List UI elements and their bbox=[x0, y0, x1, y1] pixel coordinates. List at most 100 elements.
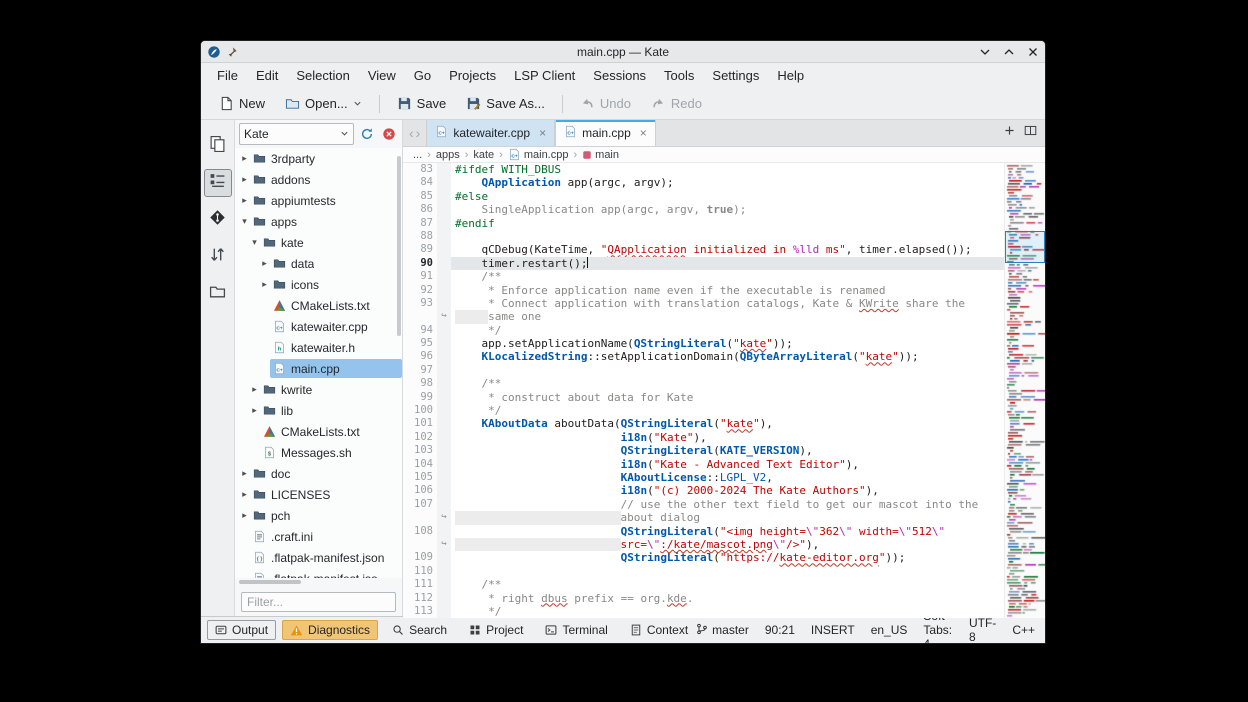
code-row-112[interactable]: 112 * right dbus prefix == org.kde. bbox=[403, 592, 1004, 605]
menu-item-tools[interactable]: Tools bbox=[656, 66, 702, 85]
code-row-92[interactable]: 92 * Enforce application name even if th… bbox=[403, 284, 1004, 297]
sort-tool-button[interactable] bbox=[204, 243, 232, 271]
code-row-96[interactable]: 96 KLocalizedString::setApplicationDomai… bbox=[403, 350, 1004, 363]
code-row-99[interactable]: 99 * construct about data for Kate bbox=[403, 391, 1004, 404]
close-button[interactable] bbox=[1027, 46, 1039, 58]
code-row-89[interactable]: 89 qCDebug(KateTime, "QApplication initi… bbox=[403, 243, 1004, 256]
breadcrumb-collapsed[interactable]: ... bbox=[413, 149, 422, 161]
new-tab-button[interactable] bbox=[1003, 124, 1016, 142]
tree-item-cmakelists-txt[interactable]: CMakeLists.txt bbox=[235, 295, 402, 316]
breadcrumb-item-kate[interactable]: kate bbox=[473, 149, 494, 161]
tab-close-icon[interactable]: × bbox=[640, 126, 647, 140]
status-encoding[interactable]: UTF-8 bbox=[969, 616, 996, 644]
expand-arrow-icon[interactable]: ▸ bbox=[239, 174, 250, 185]
tree-item-3rdparty[interactable]: ▸3rdparty bbox=[235, 148, 402, 169]
code-row-85[interactable]: 85#else bbox=[403, 190, 1004, 203]
code-row-86[interactable]: 86 SingleApplication app(argc, argv, tru… bbox=[403, 203, 1004, 216]
title-bar[interactable]: main.cpp — Kate bbox=[201, 41, 1045, 63]
tree-item-cmakelists-txt[interactable]: CMakeLists.txt bbox=[235, 421, 402, 442]
tab-scroll-left-icon[interactable]: ‹ bbox=[409, 125, 414, 141]
expand-arrow-icon[interactable]: ▸ bbox=[239, 489, 250, 500]
code-row-97[interactable]: 97 bbox=[403, 364, 1004, 377]
tree-item-flatpak-manifest-json[interactable]: { }.flatpak-manifest.json bbox=[235, 547, 402, 568]
code-row-88[interactable]: 88 bbox=[403, 230, 1004, 243]
split-view-button[interactable] bbox=[1024, 124, 1037, 142]
tree-item-flatpak-manifest-jso[interactable]: .flatpak-manifest.jso bbox=[235, 568, 402, 578]
undo-button[interactable]: Undo bbox=[572, 93, 639, 114]
code-row-110[interactable]: 110 bbox=[403, 565, 1004, 578]
menu-item-projects[interactable]: Projects bbox=[441, 66, 504, 85]
tree-item-apps[interactable]: ▾apps bbox=[235, 211, 402, 232]
open-button[interactable]: Open... bbox=[277, 93, 370, 114]
menu-item-help[interactable]: Help bbox=[769, 66, 812, 85]
code-row-wrap[interactable]: ↪about dialog bbox=[403, 511, 1004, 524]
menu-item-settings[interactable]: Settings bbox=[704, 66, 767, 85]
tree-item-icons[interactable]: ▸icons bbox=[235, 274, 402, 295]
filesystem-tool-button[interactable] bbox=[204, 280, 232, 308]
code-row-109[interactable]: 109 QStringLiteral("https://kate-editor.… bbox=[403, 551, 1004, 564]
tab-scroll-right-icon[interactable]: › bbox=[416, 125, 421, 141]
tree-item-katewaiter-h[interactable]: hkatewaiter.h bbox=[235, 337, 402, 358]
menu-item-file[interactable]: File bbox=[209, 66, 246, 85]
code-row-106[interactable]: 106 i18n("(c) 2000-2024 The Kate Authors… bbox=[403, 484, 1004, 497]
minimap[interactable] bbox=[1004, 163, 1045, 618]
maximize-button[interactable] bbox=[1003, 46, 1015, 58]
menu-item-selection[interactable]: Selection bbox=[288, 66, 357, 85]
code-row-84[interactable]: 84 QApplication app(argc, argv); bbox=[403, 176, 1004, 189]
code-rows[interactable]: 83#ifdef WITH_DBUS84 QApplication app(ar… bbox=[403, 163, 1004, 618]
menu-item-edit[interactable]: Edit bbox=[248, 66, 286, 85]
code-row-87[interactable]: 87#endif bbox=[403, 217, 1004, 230]
tree-item-main-cpp[interactable]: C+main.cpp bbox=[235, 358, 402, 379]
collapse-arrow-icon[interactable]: ▾ bbox=[239, 216, 250, 227]
tree-item-kate[interactable]: ▾kate bbox=[235, 232, 402, 253]
code-row-108[interactable]: 108 QStringLiteral("<img height=\"362\" … bbox=[403, 525, 1004, 538]
new-button[interactable]: New bbox=[211, 93, 273, 114]
code-row-94[interactable]: 94 */ bbox=[403, 324, 1004, 337]
close-project-button[interactable] bbox=[380, 125, 398, 143]
code-row-103[interactable]: 103 QStringLiteral(KATE_VERSION), bbox=[403, 444, 1004, 457]
collapse-arrow-icon[interactable]: ▾ bbox=[249, 237, 260, 248]
code-row-111[interactable]: 111 /** bbox=[403, 578, 1004, 591]
tree-item-pch[interactable]: ▸pch bbox=[235, 505, 402, 526]
code-row-83[interactable]: 83#ifdef WITH_DBUS bbox=[403, 163, 1004, 176]
code-row-107[interactable]: 107 // use the other text field to get o… bbox=[403, 498, 1004, 511]
project-tree-tool-button[interactable] bbox=[204, 169, 232, 197]
tab-close-icon[interactable]: × bbox=[539, 126, 546, 140]
tree-horizontal-scrollbar[interactable] bbox=[235, 578, 402, 587]
minimize-button[interactable] bbox=[979, 46, 991, 58]
status-toolview-output[interactable]: Output bbox=[207, 620, 276, 640]
code-row-113[interactable]: 113 */ bbox=[403, 605, 1004, 618]
tree-item-data[interactable]: ▸data bbox=[235, 253, 402, 274]
project-filter-input[interactable] bbox=[241, 592, 396, 612]
minimap-viewport[interactable] bbox=[1005, 231, 1045, 263]
tree-item-lib[interactable]: ▸lib bbox=[235, 400, 402, 421]
tree-item-messages-sh[interactable]: $Messages.sh bbox=[235, 442, 402, 463]
breadcrumb-item-main-cpp[interactable]: C+main.cpp bbox=[508, 148, 569, 161]
expand-arrow-icon[interactable]: ▸ bbox=[249, 405, 260, 416]
status-toolview-context[interactable]: Context bbox=[622, 620, 696, 640]
expand-arrow-icon[interactable]: ▸ bbox=[259, 258, 270, 269]
git-tool-button[interactable] bbox=[204, 206, 232, 234]
menu-item-go[interactable]: Go bbox=[406, 66, 439, 85]
tree-item-addons[interactable]: ▸addons bbox=[235, 169, 402, 190]
expand-arrow-icon[interactable]: ▸ bbox=[239, 510, 250, 521]
tab-katewaiter-cpp[interactable]: C+katewaiter.cpp× bbox=[426, 120, 555, 146]
menu-item-lsp-client[interactable]: LSP Client bbox=[506, 66, 583, 85]
status-dictionary[interactable]: en_US bbox=[871, 623, 908, 637]
reload-project-button[interactable] bbox=[358, 125, 376, 143]
tree-item-katewaiter-cpp[interactable]: C+katewaiter.cpp bbox=[235, 316, 402, 337]
tree-item-kwrite[interactable]: ▸kwrite bbox=[235, 379, 402, 400]
tree-item-doc[interactable]: ▸doc bbox=[235, 463, 402, 484]
tree-vertical-scrollbar[interactable] bbox=[397, 156, 401, 336]
redo-button[interactable]: Redo bbox=[643, 93, 710, 114]
status-insert-mode[interactable]: INSERT bbox=[811, 623, 855, 637]
expand-arrow-icon[interactable]: ▸ bbox=[239, 195, 250, 206]
documents-tool-button[interactable] bbox=[204, 132, 232, 160]
tab-main-cpp[interactable]: C+main.cpp× bbox=[555, 120, 656, 146]
expand-arrow-icon[interactable]: ▸ bbox=[259, 279, 270, 290]
save-as-button[interactable]: Save As... bbox=[458, 93, 553, 114]
save-button[interactable]: Save bbox=[389, 93, 455, 114]
tree-item-licenses[interactable]: ▸LICENSES bbox=[235, 484, 402, 505]
code-row-95[interactable]: 95 app.setApplicationName(QStringLiteral… bbox=[403, 337, 1004, 350]
tree-item-craft-ini[interactable]: .craft.ini bbox=[235, 526, 402, 547]
